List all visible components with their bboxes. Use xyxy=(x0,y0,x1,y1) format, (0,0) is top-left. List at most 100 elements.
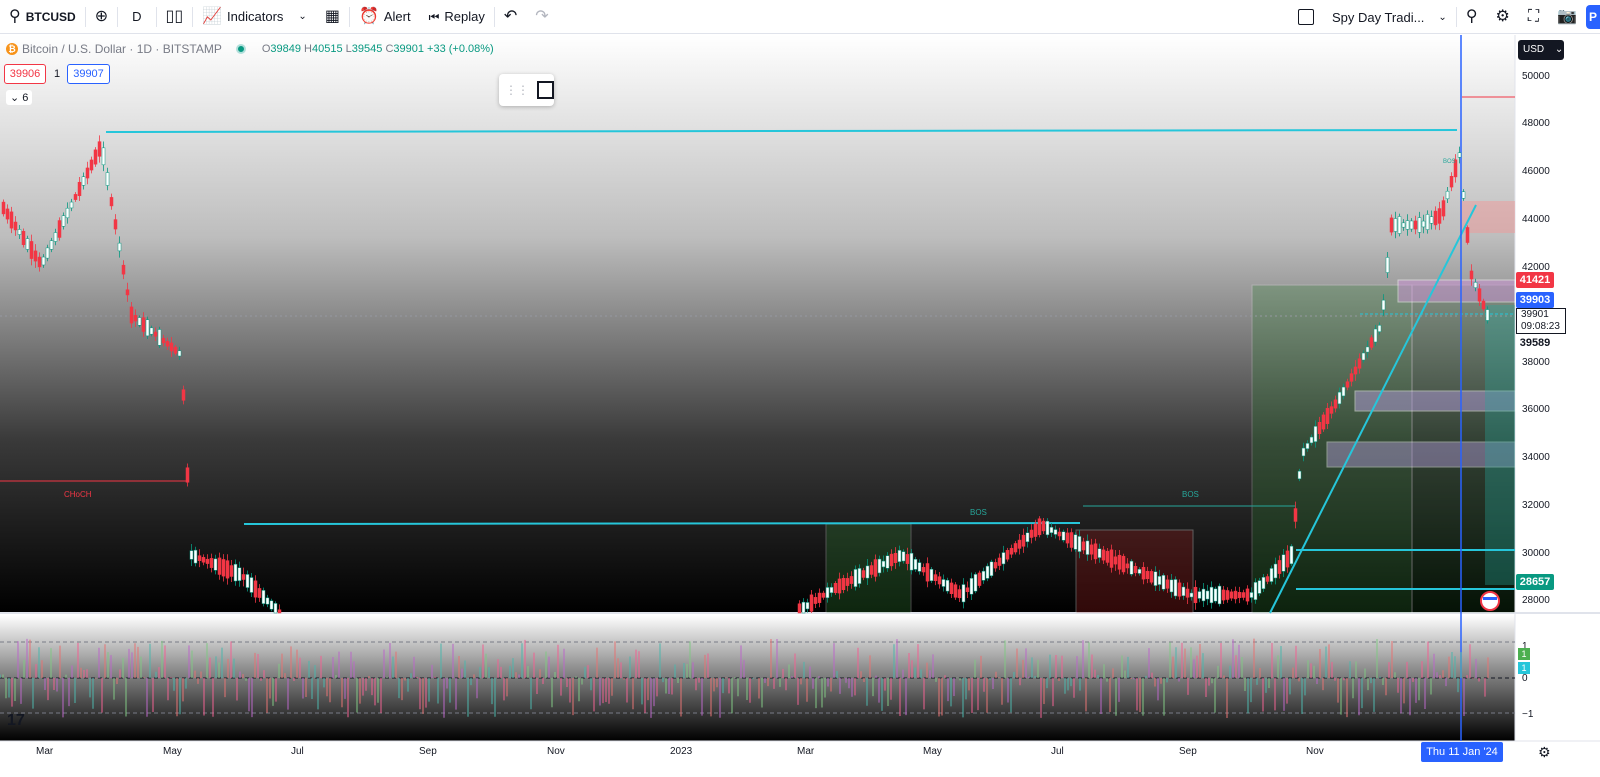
alert-button[interactable]: ⏰ Alert xyxy=(350,0,420,34)
indicators-label: Indicators xyxy=(227,9,284,24)
time-axis-label: Nov xyxy=(547,746,565,757)
interval-button[interactable]: D xyxy=(118,0,155,34)
candle-body xyxy=(1049,527,1054,533)
time-axis-label: 2023 xyxy=(670,746,693,757)
candle-body xyxy=(1045,520,1050,536)
indicators-count: 6 xyxy=(22,92,29,104)
symbol-label: BTCUSD xyxy=(25,9,76,24)
candle-body xyxy=(5,208,10,220)
candle-body xyxy=(1229,591,1234,599)
candle-body xyxy=(1133,566,1138,574)
candle-body xyxy=(1129,560,1134,575)
chart-style-button[interactable]: ▯▯ xyxy=(157,0,193,34)
candle-body xyxy=(1273,563,1278,579)
chart-area[interactable]: CHoCH BOS BOS BOS ₿ Bitcoin / U.S. Dolla… xyxy=(0,35,1600,777)
quick-search-button[interactable]: ⚲ xyxy=(1457,0,1487,34)
candle-body xyxy=(233,563,238,582)
flag-stripe xyxy=(1483,597,1497,600)
symbol-search[interactable]: ⚲ BTCUSD xyxy=(0,0,85,34)
rectangle-tool-icon[interactable] xyxy=(537,81,554,99)
candle-body xyxy=(1385,257,1390,273)
toolbar-right: Spy Day Tradi... ⌄ ⚲ ⚙ ⛶ 📷 P xyxy=(1289,0,1600,34)
candle-body xyxy=(101,147,106,166)
bos-line[interactable] xyxy=(243,522,1081,525)
price-axis-label: 48000 xyxy=(1522,118,1550,129)
candle-body xyxy=(1321,414,1326,430)
sell-price-button[interactable]: 39906 xyxy=(4,64,46,84)
candle-body xyxy=(1473,282,1478,288)
candle-body xyxy=(1369,337,1374,348)
candle-body xyxy=(817,592,822,603)
candle-body xyxy=(1085,540,1090,555)
price-axis-label: 32000 xyxy=(1522,500,1550,511)
price-tag-39903: 39903 xyxy=(1516,292,1554,308)
fullscreen-button[interactable]: ⛶ xyxy=(1519,0,1548,34)
candle-body xyxy=(173,346,178,354)
buy-price-button[interactable]: 39907 xyxy=(67,64,110,84)
candle-body xyxy=(269,600,274,610)
plus-circle-icon: ⊕ xyxy=(94,7,109,25)
candle-body xyxy=(1249,592,1254,598)
compare-symbol-button[interactable]: ⊕ xyxy=(86,0,117,34)
time-axis-settings-icon[interactable]: ⚙ xyxy=(1538,744,1551,761)
candle-body xyxy=(245,574,250,588)
rewind-icon: ⏮ xyxy=(428,9,440,24)
layout-selector[interactable]: Spy Day Tradi... ⌄ xyxy=(1289,0,1456,34)
candle-body xyxy=(217,557,222,575)
floating-drawing-toolbar[interactable]: ⋮⋮ xyxy=(499,74,554,106)
candle-body xyxy=(229,565,234,577)
price-axis-background xyxy=(1515,35,1600,741)
candle-body xyxy=(945,579,950,592)
bos-label-3: BOS xyxy=(1443,159,1456,165)
candle-body xyxy=(841,577,846,591)
indicators-toggle[interactable]: ⌄ 6 xyxy=(6,90,33,105)
candle-body xyxy=(1465,227,1470,243)
candle-body xyxy=(1237,592,1242,598)
publish-button[interactable]: P xyxy=(1586,5,1600,29)
indicators-button[interactable]: 📈 Indicators ⌄ xyxy=(193,0,316,34)
redo-button[interactable]: ↷ xyxy=(526,0,557,34)
candle-body xyxy=(1185,588,1190,598)
undo-button[interactable]: ↶ xyxy=(495,0,526,34)
candle-body xyxy=(837,578,842,594)
snapshot-button[interactable]: 📷 xyxy=(1548,0,1586,34)
layouts-button[interactable]: ▦ xyxy=(316,0,349,34)
currency-selector[interactable]: USD ⌄ xyxy=(1518,40,1564,60)
settings-button[interactable]: ⚙ xyxy=(1487,0,1519,34)
candle-body xyxy=(1113,556,1118,565)
candle-body xyxy=(61,215,66,227)
magnifier-icon: ⚲ xyxy=(1465,8,1478,25)
replay-button[interactable]: ⏮ Replay xyxy=(420,0,494,34)
candle-body xyxy=(1109,549,1114,568)
candle-body xyxy=(1009,547,1014,555)
price-tag-41421: 41421 xyxy=(1516,272,1554,288)
candle-body xyxy=(989,561,994,576)
candle-body xyxy=(45,247,50,259)
candle-body xyxy=(929,568,934,582)
legend-title[interactable]: Bitcoin / U.S. Dollar · 1D · BITSTAMP xyxy=(22,42,222,56)
candle-body xyxy=(165,341,170,347)
candle-body xyxy=(809,594,814,612)
us-flag-event-icon[interactable] xyxy=(1480,591,1500,611)
spread-value: 1 xyxy=(54,68,61,80)
candle-body xyxy=(1053,529,1058,535)
candle-body xyxy=(1089,544,1094,555)
candle-body xyxy=(1289,545,1294,565)
time-axis-label: Sep xyxy=(419,746,437,757)
candle-body xyxy=(885,555,890,569)
candle-body xyxy=(881,560,886,568)
price-tag-39589: 39589 xyxy=(1516,335,1554,351)
candle-body xyxy=(1301,447,1306,457)
candle-body xyxy=(897,550,902,562)
candle-body xyxy=(1205,590,1210,600)
chart-canvas[interactable]: CHoCH BOS BOS BOS xyxy=(0,35,1600,777)
candle-body xyxy=(1405,220,1410,230)
candle-body xyxy=(933,574,938,582)
chevron-down-icon[interactable]: ⌄ xyxy=(298,11,306,22)
candle-body xyxy=(1097,548,1102,558)
candle-body xyxy=(1081,541,1086,551)
tradingview-logo[interactable]: 17 xyxy=(7,712,37,729)
replay-label: Replay xyxy=(444,9,485,24)
drag-handle-icon[interactable]: ⋮⋮ xyxy=(505,83,529,97)
candle-body xyxy=(1253,582,1258,600)
